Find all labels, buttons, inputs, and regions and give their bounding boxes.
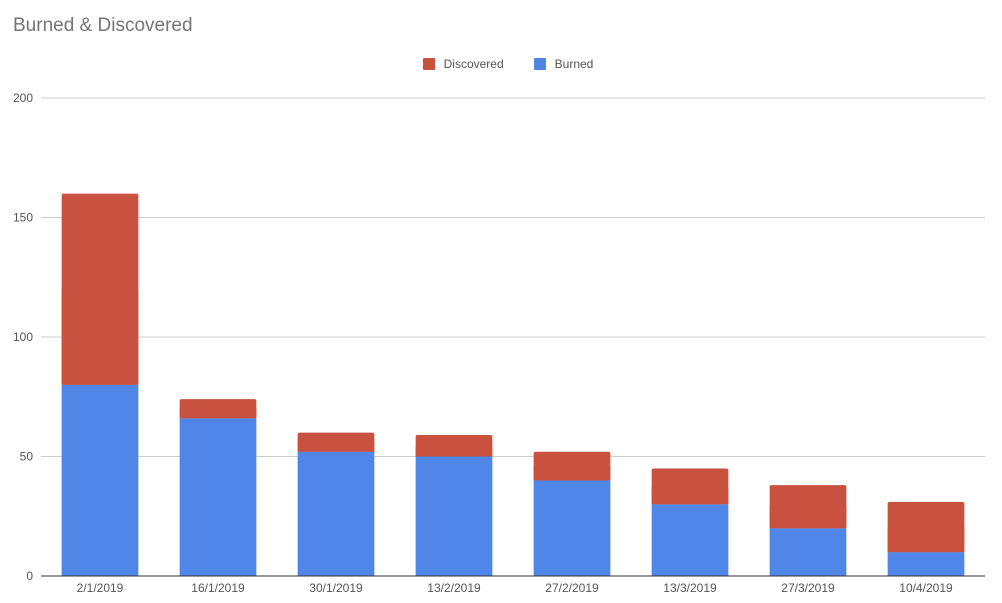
bar-burned <box>533 480 611 576</box>
bar-discovered-fill <box>415 445 493 457</box>
x-tick-label: 10/4/2019 <box>899 581 953 595</box>
bar-discovered-fill <box>769 506 847 529</box>
y-tick-label: 200 <box>13 91 33 105</box>
x-tick-label: 13/2/2019 <box>427 581 481 595</box>
y-tick-label: 0 <box>26 569 33 583</box>
bar-burned <box>415 456 493 576</box>
x-tick-label: 16/1/2019 <box>191 581 245 595</box>
x-tick-label: 2/1/2019 <box>77 581 124 595</box>
x-tick-label: 27/3/2019 <box>781 581 835 595</box>
x-tick-label: 13/3/2019 <box>663 581 717 595</box>
y-tick-label: 50 <box>20 450 34 464</box>
bar-burned <box>297 451 375 576</box>
bar-discovered-fill <box>61 289 139 385</box>
bar-burned <box>179 418 257 576</box>
bar-burned <box>887 552 965 576</box>
bar-burned <box>651 504 729 576</box>
x-tick-label: 30/1/2019 <box>309 581 363 595</box>
x-tick-label: 27/2/2019 <box>545 581 599 595</box>
bar-discovered-fill <box>297 442 375 452</box>
bar-discovered-fill <box>651 486 729 505</box>
bar-discovered-fill <box>887 527 965 553</box>
y-tick-label: 150 <box>13 211 33 225</box>
chart-plot-area: 0 50 100 150 200 2/1/2019 16/1/2019 30/1/2019 13… <box>13 91 985 595</box>
bar-discovered-fill <box>533 466 611 481</box>
bar-burned <box>61 384 139 576</box>
bar-burned <box>769 528 847 576</box>
y-tick-label: 100 <box>13 330 33 344</box>
bar-discovered-fill <box>179 408 257 419</box>
